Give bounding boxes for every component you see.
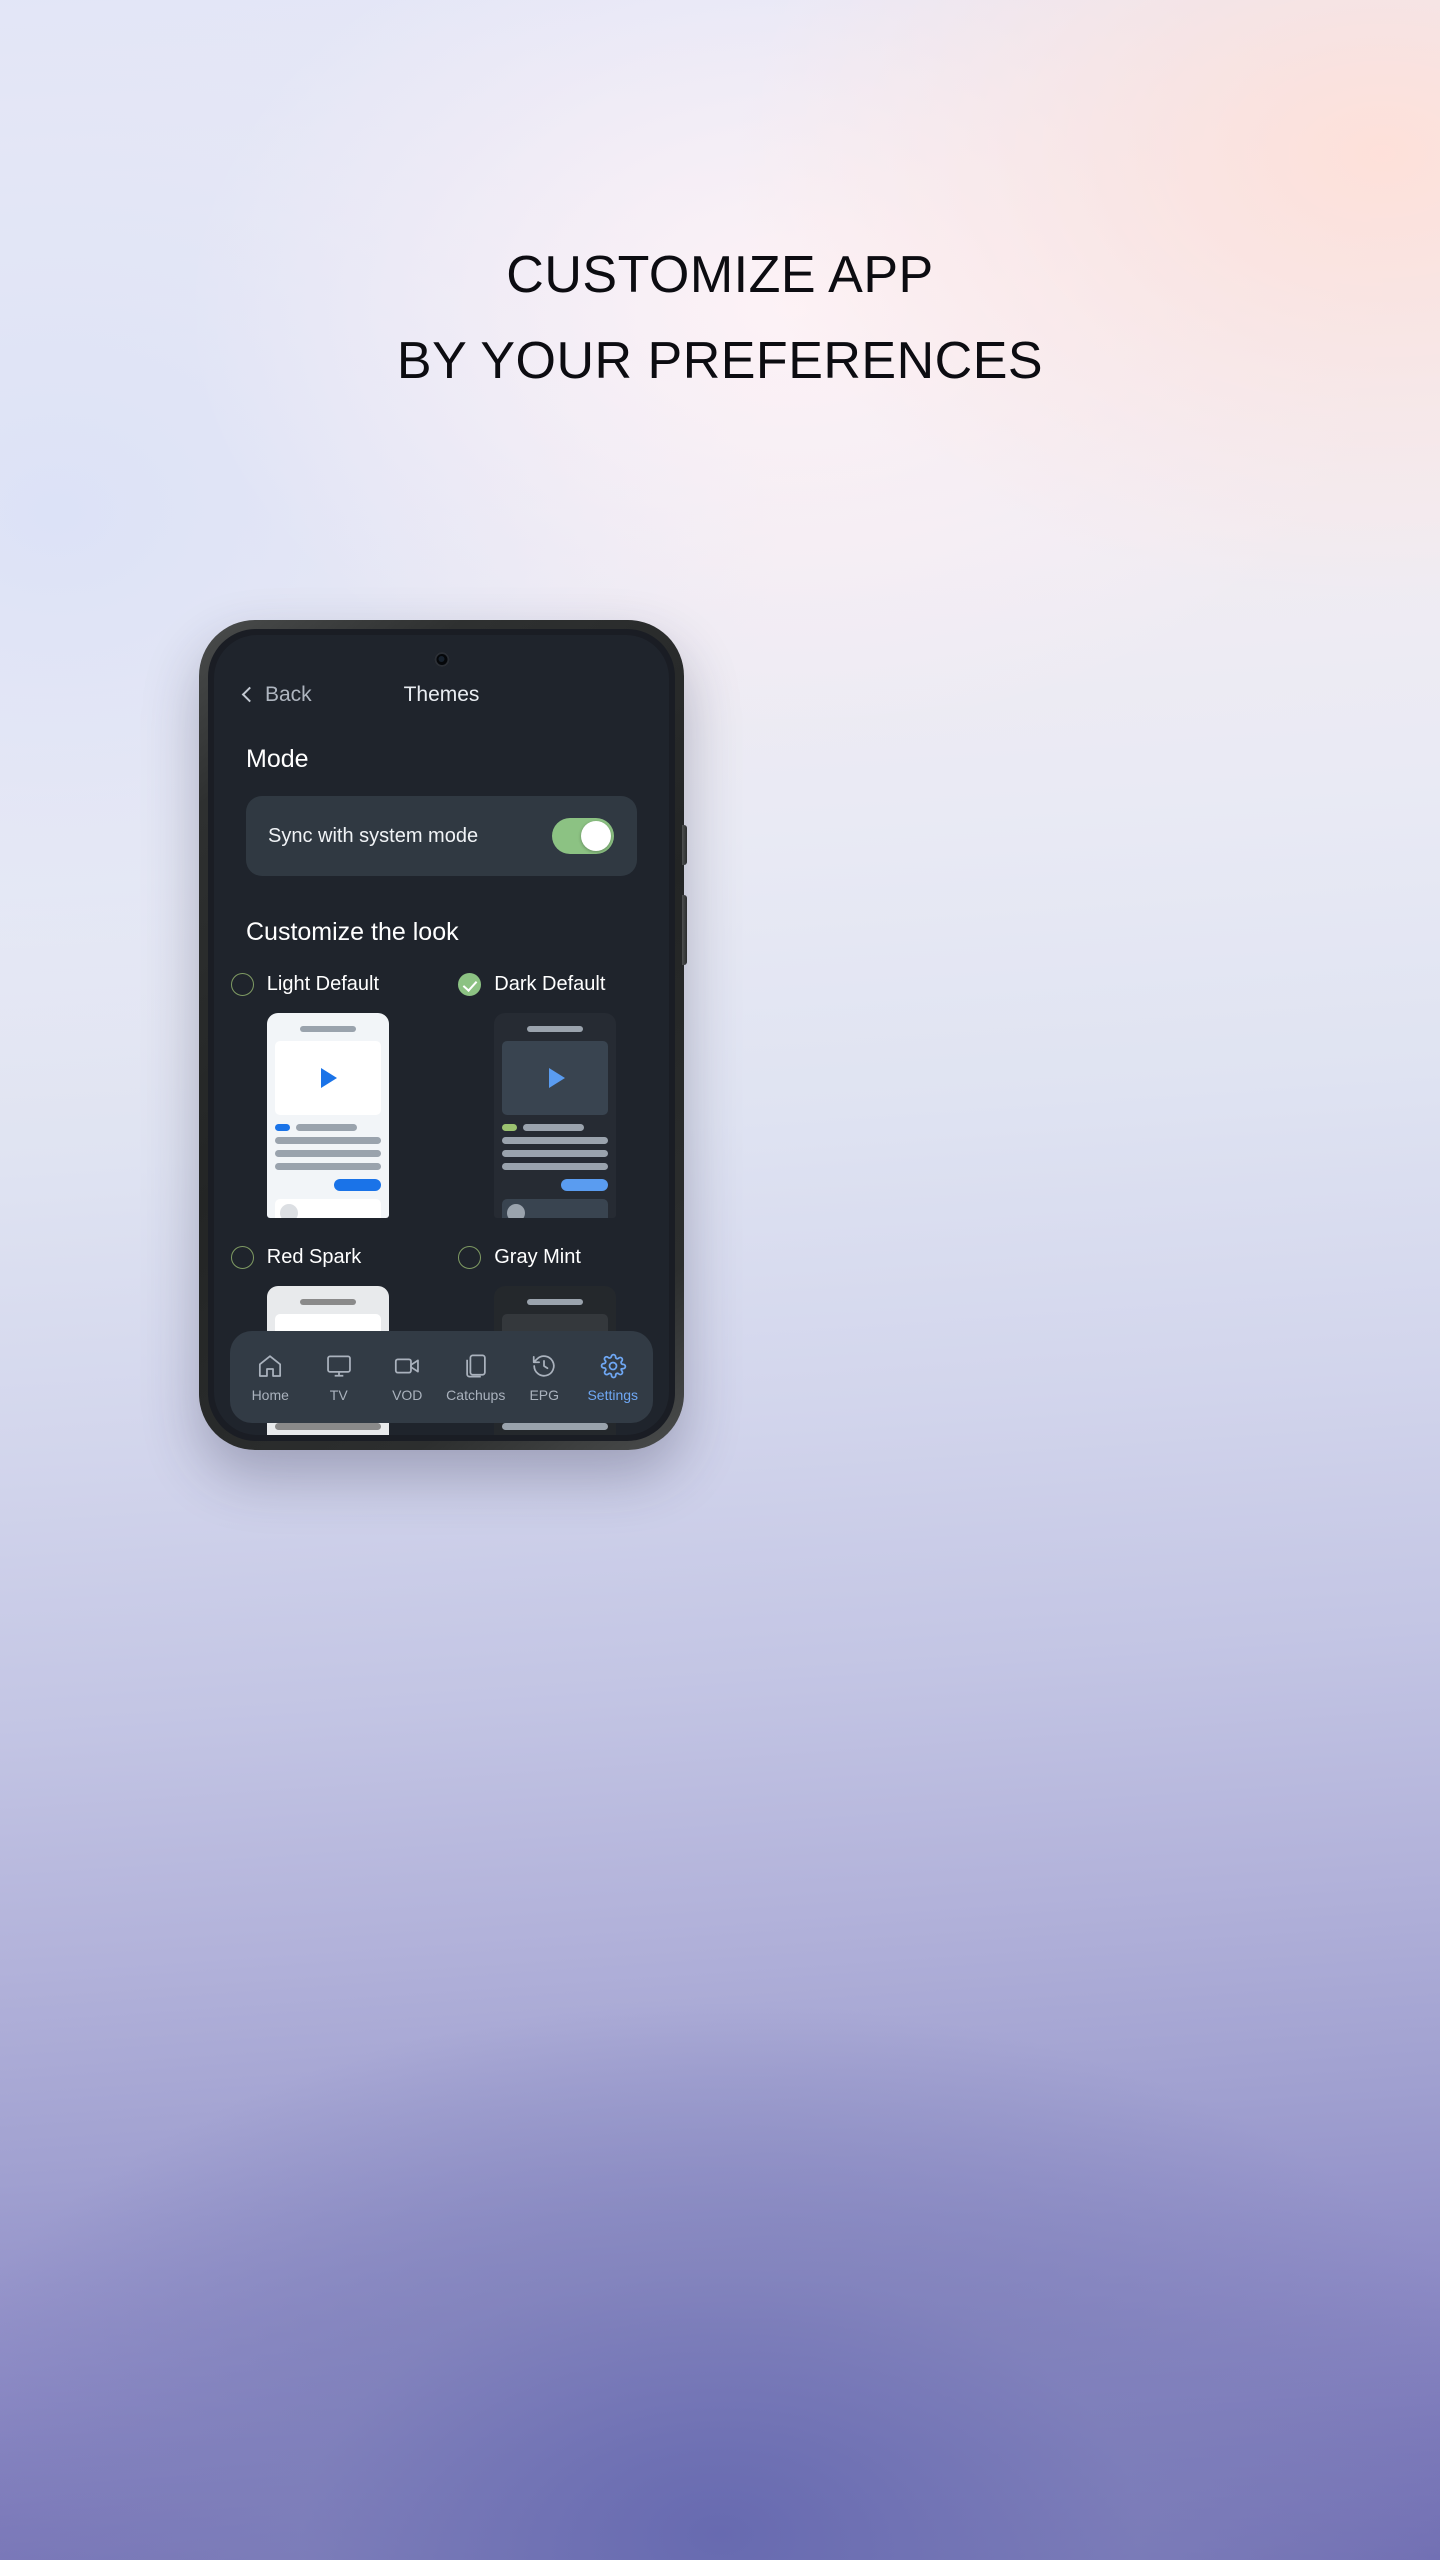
preview-text-bar [274,1163,381,1170]
toggle-knob [581,821,611,851]
layers-icon [462,1352,490,1380]
preview-list-row [502,1199,609,1218]
nav-item-label: TV [329,1386,348,1403]
nav-item-label: Settings [587,1386,639,1403]
preview-meta-row [502,1124,608,1131]
preview-speaker [527,1299,584,1305]
nav-item-catchups[interactable]: Catchups [442,1352,511,1403]
sync-row-label: Sync with system mode [268,824,479,847]
radio-unchecked-icon[interactable] [458,1246,482,1269]
preview-cta-button [333,1179,381,1191]
theme-option-header[interactable]: Light Default [230,973,425,996]
theme-option-label: Light Default [266,973,380,995]
theme-option-header[interactable]: Dark Default [458,973,652,996]
preview-speaker [299,1026,356,1032]
preview-meta-row [274,1124,381,1131]
preview-meta-line [523,1124,585,1131]
nav-item-label: VOD [392,1386,423,1403]
phone-screen: Back Themes Mode Sync with system mode C… [214,635,669,1435]
preview-cta-button [561,1179,609,1191]
promo-headline-line-2: BY YOUR PREFERENCES [396,332,1044,390]
sync-with-system-mode-row[interactable]: Sync with system mode [246,796,637,876]
play-icon [548,1068,565,1088]
preview-chip [274,1124,290,1131]
preview-text-bar [274,1150,381,1157]
nav-item-vod[interactable]: VOD [373,1352,442,1403]
video-camera-icon [393,1352,421,1380]
nav-item-home[interactable]: Home [236,1352,305,1403]
promo-headline-line-1: CUSTOMIZE APP [506,246,934,304]
preview-list-row [274,1199,381,1218]
mode-section-title: Mode [246,745,309,773]
nav-item-label: Catchups [446,1386,506,1403]
app-header: Back Themes [214,671,669,733]
preview-chip [502,1124,518,1131]
theme-preview-card[interactable] [266,1013,389,1218]
page-title: Themes [403,683,480,706]
theme-option-label: Gray Mint [494,1246,581,1268]
history-icon [530,1352,558,1380]
theme-option[interactable]: Light Default [214,973,442,1218]
theme-option-label: Dark Default [494,973,606,995]
theme-option-header[interactable]: Gray Mint [458,1246,652,1269]
gear-icon [599,1352,627,1380]
phone-side-button-bottom[interactable] [682,895,687,965]
preview-text-bar [502,1163,609,1170]
play-icon [321,1068,338,1088]
phone-mockup: Back Themes Mode Sync with system mode C… [199,620,687,1450]
theme-option-header[interactable]: Red Spark [230,1246,425,1269]
nav-item-settings[interactable]: Settings [579,1352,648,1403]
theme-preview-card[interactable] [494,1013,617,1218]
nav-item-label: EPG [529,1386,560,1403]
radio-unchecked-icon[interactable] [230,973,254,996]
preview-speaker [299,1299,356,1305]
theme-option-label: Red Spark [266,1246,362,1268]
theme-option[interactable]: Dark Default [442,973,670,1218]
preview-text-bar [274,1137,381,1144]
preview-speaker [527,1026,584,1032]
phone-bezel: Back Themes Mode Sync with system mode C… [208,629,675,1441]
monitor-icon [325,1352,353,1380]
preview-meta-line [295,1124,357,1131]
radio-checked-icon[interactable] [458,973,482,996]
home-icon [256,1352,284,1380]
bottom-navigation-bar: Home TV VOD Catchups EPG Settings [230,1331,653,1423]
promo-headline: CUSTOMIZE APP BY YOUR PREFERENCES [0,232,1440,404]
preview-text-bar [274,1423,381,1430]
sync-mode-toggle[interactable] [552,818,614,854]
front-camera-icon [434,652,449,667]
preview-text-bar [502,1423,609,1430]
preview-avatar [279,1203,298,1218]
preview-text-bar [502,1137,609,1144]
nav-item-label: Home [251,1386,289,1403]
phone-side-button-top[interactable] [682,825,687,865]
preview-video-area [274,1041,381,1115]
preview-text-bar [502,1150,609,1157]
nav-item-tv[interactable]: TV [305,1352,374,1403]
nav-item-epg[interactable]: EPG [510,1352,579,1403]
radio-unchecked-icon[interactable] [230,1246,254,1269]
preview-avatar [507,1203,526,1218]
look-section-title: Customize the look [246,918,459,946]
preview-video-area [502,1041,609,1115]
